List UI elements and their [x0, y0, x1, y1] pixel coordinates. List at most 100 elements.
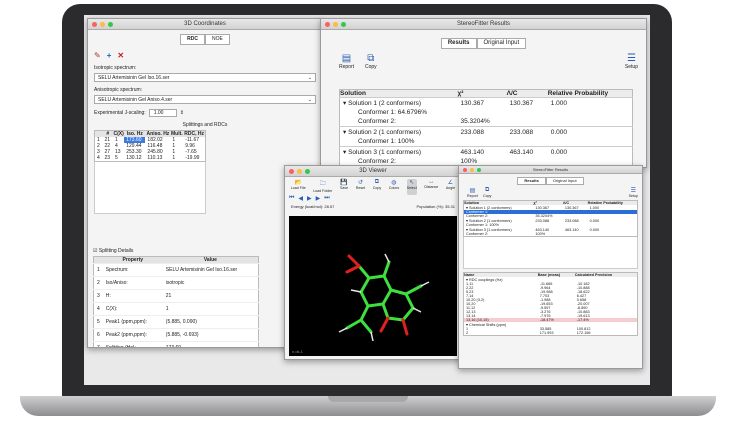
minimize-button[interactable]: [297, 169, 302, 174]
colors-button[interactable]: ◍ Colors: [389, 179, 399, 195]
first-icon[interactable]: ⏮: [289, 195, 294, 202]
setup-button[interactable]: ☰ Setup: [625, 53, 638, 70]
save-button[interactable]: 💾 Save: [340, 179, 348, 195]
close-button[interactable]: [92, 22, 97, 27]
value-cell: 0.000: [550, 128, 568, 136]
result-row[interactable]: Conformer 1: 100%: [340, 137, 633, 147]
value-cell: [507, 137, 548, 147]
zoom-button[interactable]: [305, 169, 310, 174]
detail-cell: Iso/Aniso:: [105, 280, 128, 286]
close-button[interactable]: [325, 22, 330, 27]
tool-label: Load Folder: [313, 189, 333, 193]
tab-original-input[interactable]: Original Input: [476, 38, 527, 49]
value-cell: Conformer 2:: [466, 232, 489, 236]
table-row[interactable]: 4 23 5 130.12 110.13 1 -19.99: [95, 155, 206, 162]
detail-row: 1 Spectrum: SELU Artemisinin Gel Iso.16.se…: [93, 263, 259, 277]
result-row[interactable]: Conformer 2: 35.3204%: [340, 117, 633, 127]
zoom-button[interactable]: [108, 22, 113, 27]
table-cell: 1: [172, 155, 176, 161]
minimize-button[interactable]: [470, 168, 474, 172]
angle-button[interactable]: ∠ Angle: [446, 179, 455, 195]
detail-cell: 2: [97, 280, 100, 286]
report-icon: ▤: [469, 188, 476, 194]
solution-label: Solution 1 (2 conformers): [348, 100, 422, 107]
copy-button[interactable]: ⧉ Copy: [365, 53, 377, 70]
col-header[interactable]: Relative Probability: [548, 90, 633, 98]
report-button[interactable]: ▤ Report: [339, 53, 354, 70]
copy-button[interactable]: ⧉ Copy: [373, 179, 381, 195]
add-icon[interactable]: +: [107, 51, 112, 60]
value-cell: [588, 232, 638, 237]
detail-cell: 6: [97, 332, 100, 338]
value-cell: 100%: [535, 232, 546, 236]
select-button[interactable]: ↖ Select: [406, 179, 417, 195]
minimize-button[interactable]: [100, 22, 105, 27]
setup-icon: ☰: [626, 53, 636, 64]
close-button[interactable]: [289, 169, 294, 174]
comparison-row[interactable]: 2 171.993 172.156: [464, 331, 638, 336]
load-file-button[interactable]: 📂 Load File: [291, 179, 306, 195]
result-row[interactable]: Conformer 1: 64.6796%: [340, 108, 633, 117]
play-icon[interactable]: ▶: [307, 195, 312, 202]
solution-cell: ▾ Solution 2 (1 conformers): [340, 127, 458, 138]
report-icon: ▤: [341, 53, 352, 64]
detail-row: 7 Splitting (Hz): 173.60: [93, 341, 259, 347]
detail-row: 6 Peak2 (ppm,ppm): (5.885, -0.693): [93, 328, 259, 342]
setup-button[interactable]: ☰ Setup: [629, 187, 638, 198]
tab-rdc[interactable]: RDC: [180, 34, 205, 45]
load-folder-button[interactable]: 🗀 Load Folder: [313, 179, 332, 195]
angle-icon: ∠: [447, 180, 454, 186]
molecule-viewport[interactable]: n.ds.1: [289, 216, 457, 356]
isotropic-select[interactable]: SELU Artemisinin Gel Iso.16.ser ⌄: [94, 73, 316, 82]
col-header[interactable]: χ²: [458, 90, 507, 98]
window-title: StereoFitter Results: [532, 167, 569, 172]
table-cell: 5: [114, 155, 118, 161]
energy-label: Energy (kcal/mol):: [291, 204, 324, 209]
last-icon[interactable]: ⏭: [324, 195, 329, 202]
close-button[interactable]: [463, 168, 467, 172]
next-icon[interactable]: ▶: [316, 195, 321, 202]
distance-button[interactable]: ↔ Distance: [424, 179, 438, 195]
solution-label: Conformer 2:: [358, 118, 396, 125]
result-row[interactable]: ▾ Solution 3 (1 conformers) 463.140 463.14…: [339, 146, 633, 158]
zoom-button[interactable]: [341, 22, 346, 27]
result-row[interactable]: Conformer 2: 100%: [464, 232, 638, 237]
value-cell: 0.000: [550, 148, 568, 156]
zoom-button[interactable]: [477, 168, 481, 172]
tab-noe[interactable]: NOE: [205, 34, 230, 45]
tab-results[interactable]: Results: [517, 177, 546, 185]
tab-results[interactable]: Results: [440, 38, 477, 49]
tool-label: Colors: [388, 186, 400, 190]
minimize-button[interactable]: [333, 22, 338, 27]
solution-cell: ▾ Solution 1 (2 conformers): [340, 98, 458, 109]
copy-icon: ⧉: [374, 179, 380, 185]
remove-icon[interactable]: ✕: [117, 51, 124, 60]
splittings-title: Splittings and RDCs: [182, 122, 228, 128]
edit-icon[interactable]: ✎: [94, 51, 101, 60]
value-cell: 2: [466, 331, 469, 335]
col-header[interactable]: Property: [103, 257, 163, 264]
detail-cell: 21: [165, 293, 172, 299]
window-title: 3D Coordinates: [184, 21, 226, 27]
tab-original-input[interactable]: Original Input: [545, 177, 584, 185]
value-cell: 233.088: [460, 128, 485, 136]
jscaling-input[interactable]: 1.00: [148, 109, 177, 117]
col-header[interactable]: Value: [163, 257, 259, 264]
details-checkbox[interactable]: ☑: [93, 248, 97, 254]
anisotropic-select[interactable]: SELU Artemisinin Gel Aniso.4.ser ⌄: [94, 95, 316, 104]
jscaling-stepper[interactable]: ⇕: [180, 110, 184, 116]
table-cell: 4: [97, 155, 100, 161]
reset-button[interactable]: ↺ Reset: [356, 179, 365, 195]
col-header[interactable]: Λ/C: [507, 90, 548, 98]
splittings-table: # C(X) Iso. Hz Aniso. Hz Mult. RDC, Hz 1 21 1 17…: [94, 130, 206, 162]
detail-row: 5 Peak1 (ppm,ppm): (5.885, 0.090): [93, 315, 259, 329]
prev-icon[interactable]: ◀: [298, 195, 303, 202]
result-row[interactable]: ▾ Solution 2 (1 conformers) 233.088 233.08…: [339, 126, 633, 138]
detail-cell: (5.885, -0.693): [165, 332, 199, 338]
report-button[interactable]: ▤ Report: [467, 187, 478, 198]
col-header[interactable]: Solution: [340, 90, 458, 98]
value-cell: 35.3204%: [460, 118, 490, 125]
chevron-down-icon: ⌄: [307, 97, 312, 103]
copy-button[interactable]: ⧉ Copy: [483, 187, 491, 198]
result-row[interactable]: ▾ Solution 1 (2 conformers) 130.367 130.36…: [339, 97, 633, 109]
